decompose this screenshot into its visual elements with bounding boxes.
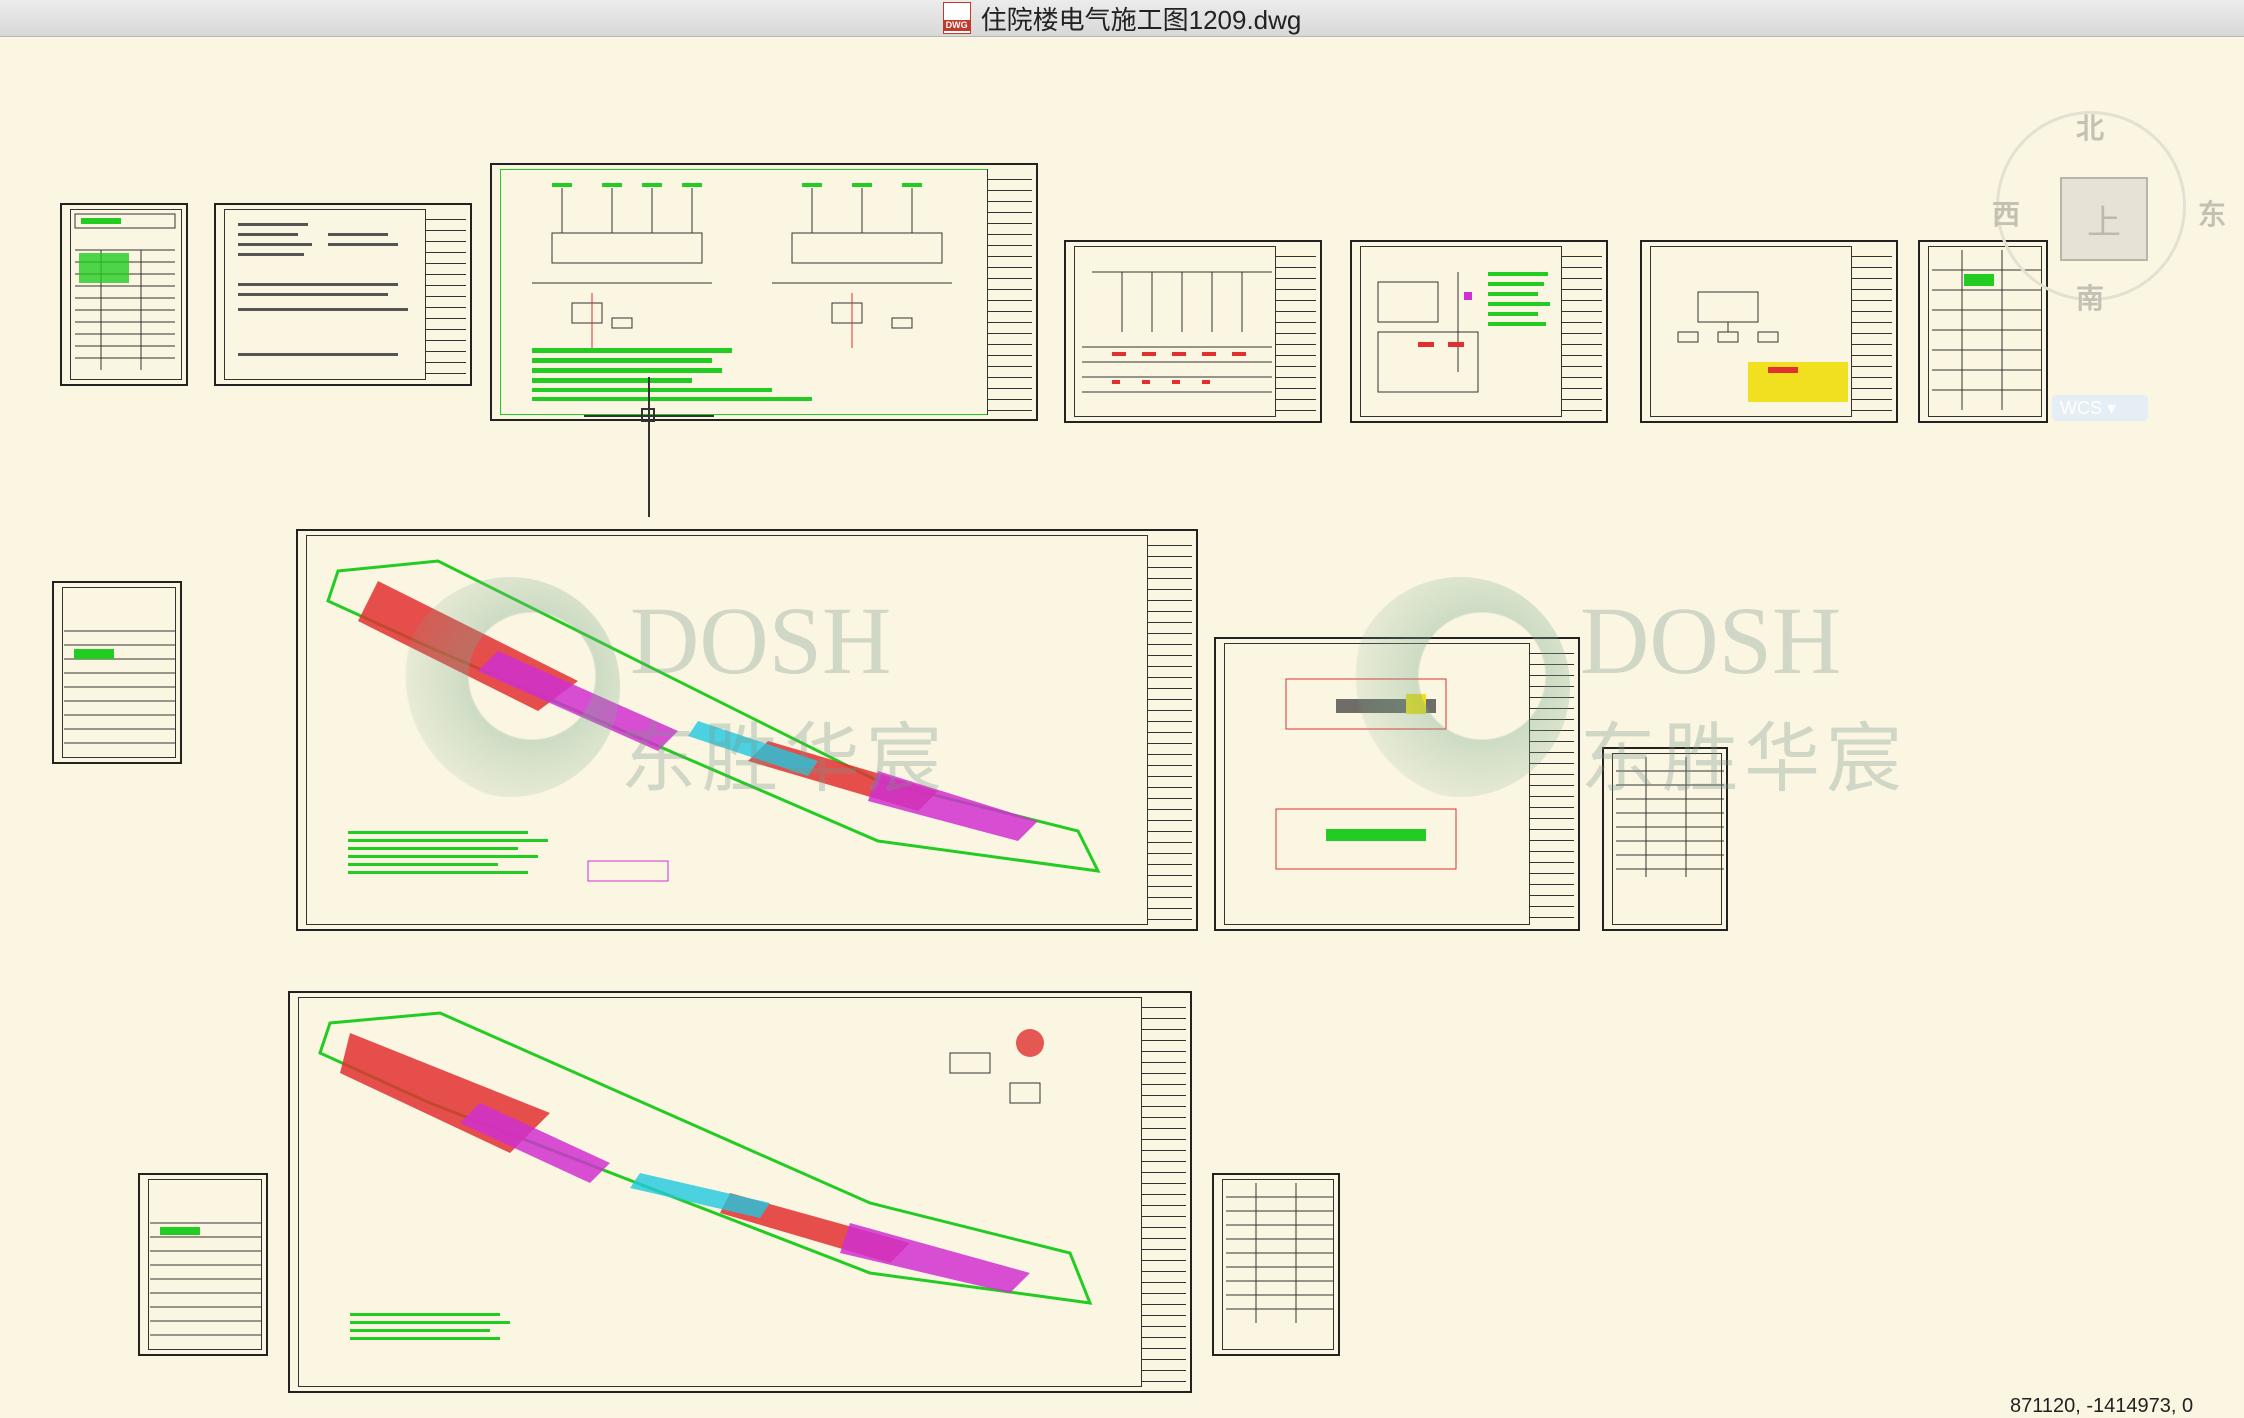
compass-west-label[interactable]: 西 [1992, 193, 2020, 233]
drawing-sheet[interactable] [214, 203, 472, 386]
drawing-sheet[interactable] [1640, 240, 1898, 423]
equipment-room-plan [1275, 678, 1457, 870]
sheet-border [70, 209, 182, 380]
sheet-table [150, 1222, 262, 1336]
compass-south-label[interactable]: 南 [2076, 277, 2104, 317]
title-block [1147, 535, 1192, 925]
drawing-sheet[interactable] [1214, 637, 1580, 931]
drawing-sheet[interactable] [1602, 747, 1728, 931]
window-title: 住院楼电气施工图1209.dwg [980, 4, 1302, 35]
drawing-sheet-floor-plan-2[interactable] [288, 991, 1192, 1393]
compass-east-label[interactable]: 东 [2198, 193, 2226, 233]
power-distribution-diagram [532, 183, 952, 401]
watermark-brand: DOSH [1580, 587, 1842, 694]
title-block [1141, 997, 1186, 1387]
floor-plan-drawing [318, 1011, 1093, 1340]
title-block [987, 169, 1032, 415]
sheet-table [74, 213, 176, 370]
drawing-canvas[interactable]: DOSH 东胜华宸 DOSH 东胜华宸 北 南 东 西 上 WCS ▾ 8711… [0, 37, 2244, 1417]
design-notes [238, 223, 408, 356]
system-diagram [1677, 291, 1848, 402]
title-block [425, 209, 466, 380]
distribution-box-diagram [1082, 271, 1272, 393]
title-block [1851, 246, 1892, 417]
drawing-sheet-floor-plan-1[interactable] [296, 529, 1198, 931]
floor-plan-drawing [326, 559, 1101, 882]
drawing-sheet-power-system[interactable] [490, 163, 1038, 421]
viewcube[interactable]: 北 南 东 西 上 WCS ▾ [1992, 107, 2226, 421]
drawing-sheet[interactable] [52, 581, 182, 764]
crosshair-pickbox [641, 408, 655, 422]
cursor-coordinates: 871120, -1414973, 0 [2010, 1395, 2194, 1417]
crosshair-cursor-vertical [648, 377, 650, 517]
drawing-sheet[interactable] [1350, 240, 1608, 423]
sheet-table [64, 630, 176, 744]
wcs-dropdown[interactable]: WCS ▾ [2052, 395, 2148, 421]
title-block [1275, 246, 1316, 417]
sheet-table [1616, 757, 1724, 877]
drawing-sheet[interactable] [1212, 1173, 1340, 1356]
sheet-table [1226, 1183, 1334, 1323]
compass-north-label[interactable]: 北 [2076, 107, 2104, 147]
equipment-diagram [1377, 272, 1550, 393]
drawing-sheet[interactable] [1064, 240, 1322, 423]
dwg-file-icon: DWG [942, 2, 971, 34]
file-icon-label: DWG [943, 20, 970, 31]
viewcube-top-face[interactable]: 上 [2060, 177, 2148, 261]
drawing-sheet[interactable] [60, 203, 188, 386]
title-block [1561, 246, 1602, 417]
drawing-sheet[interactable] [138, 1173, 268, 1356]
window-titlebar: DWG 住院楼电气施工图1209.dwg [0, 0, 2244, 37]
